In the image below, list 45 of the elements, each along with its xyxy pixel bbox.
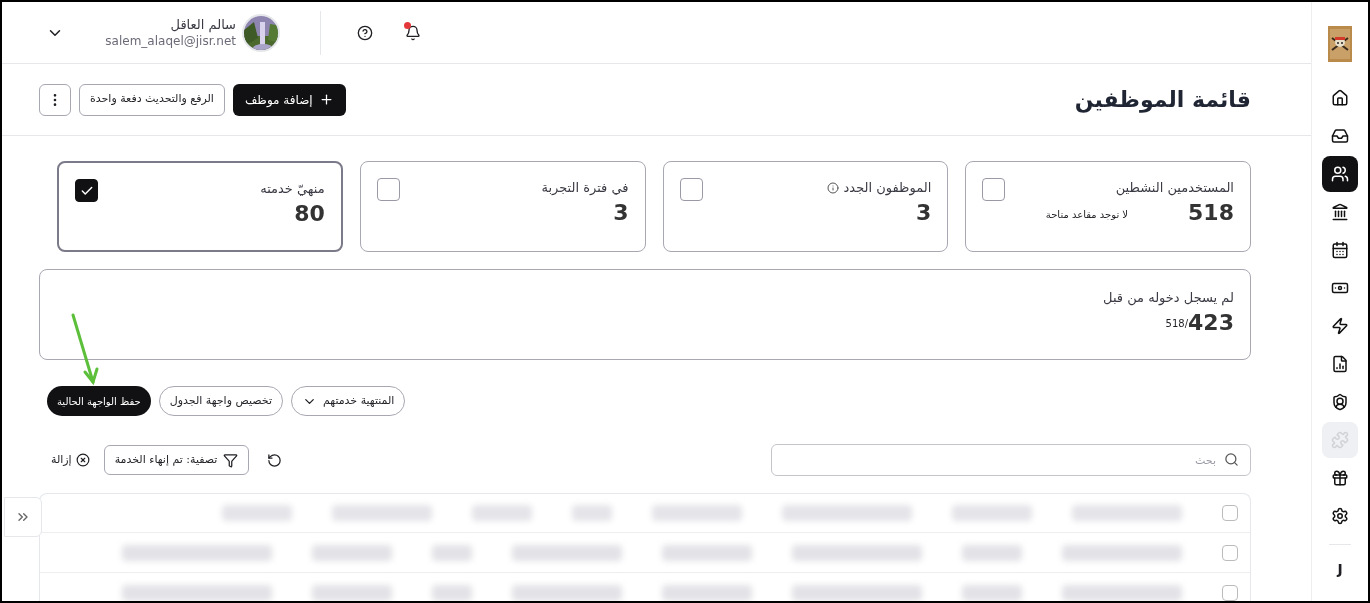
page-title: قائمة الموظفين <box>1074 86 1251 115</box>
card-note: لا توجد مقاعد متاحة <box>1045 207 1129 222</box>
row-checkbox[interactable] <box>1222 544 1238 561</box>
card-total: 518/ <box>1165 317 1189 329</box>
card-checkbox[interactable] <box>679 178 703 201</box>
blurred-text <box>962 544 1022 561</box>
blurred-text <box>472 505 532 521</box>
card-value: 3 <box>613 198 629 227</box>
card-value: 3 <box>915 198 932 227</box>
close-icon <box>75 453 90 467</box>
card-title: لم يسجل دخوله من قبل <box>1103 289 1234 308</box>
user-email: salem_alaqel@jisr.net <box>105 33 236 49</box>
blurred-text <box>432 544 472 561</box>
help-icon[interactable] <box>357 24 373 41</box>
users-icon[interactable] <box>1322 156 1358 192</box>
card-value: 518 <box>1188 198 1234 227</box>
save-view-button[interactable]: حفظ الواجهة الحالية <box>47 386 151 416</box>
blurred-text <box>432 584 472 601</box>
blurred-text <box>222 505 292 521</box>
info-icon <box>826 181 839 194</box>
search-icon <box>1224 452 1239 467</box>
card-checkbox[interactable] <box>982 178 1006 201</box>
reset-icon[interactable] <box>267 452 283 468</box>
card-checkbox[interactable] <box>75 179 98 202</box>
remove-filter-button[interactable]: إزالة <box>51 451 90 469</box>
row-checkbox[interactable] <box>1222 584 1238 601</box>
language-toggle[interactable]: J <box>1337 559 1343 580</box>
bulk-upload-button[interactable]: الرفع والتحديث دفعة واحدة <box>79 83 225 116</box>
header-checkbox[interactable] <box>1222 505 1238 521</box>
user-name: سالم العاقل <box>170 16 236 33</box>
notification-button[interactable] <box>405 24 421 41</box>
blurred-text <box>962 584 1022 601</box>
filter-chip[interactable]: تصفية: تم إنهاء الخدمة <box>103 445 250 475</box>
card-title: منهيّ خدمته <box>260 180 325 198</box>
filter-icon <box>223 452 239 468</box>
card-checkbox[interactable] <box>376 178 400 201</box>
blurred-text <box>572 505 612 521</box>
add-employee-button[interactable]: إضافة موظف <box>232 83 346 116</box>
card-title: المستخدمين النشطين <box>1115 179 1234 198</box>
plus-icon <box>318 92 334 107</box>
card-value: 423 <box>1188 308 1234 337</box>
card-title: الموظفون الجدد <box>843 179 932 198</box>
card-title: في فترة التجربة <box>541 179 629 197</box>
search-field[interactable]: بحث <box>771 444 1251 476</box>
card-value: 80 <box>294 199 325 228</box>
